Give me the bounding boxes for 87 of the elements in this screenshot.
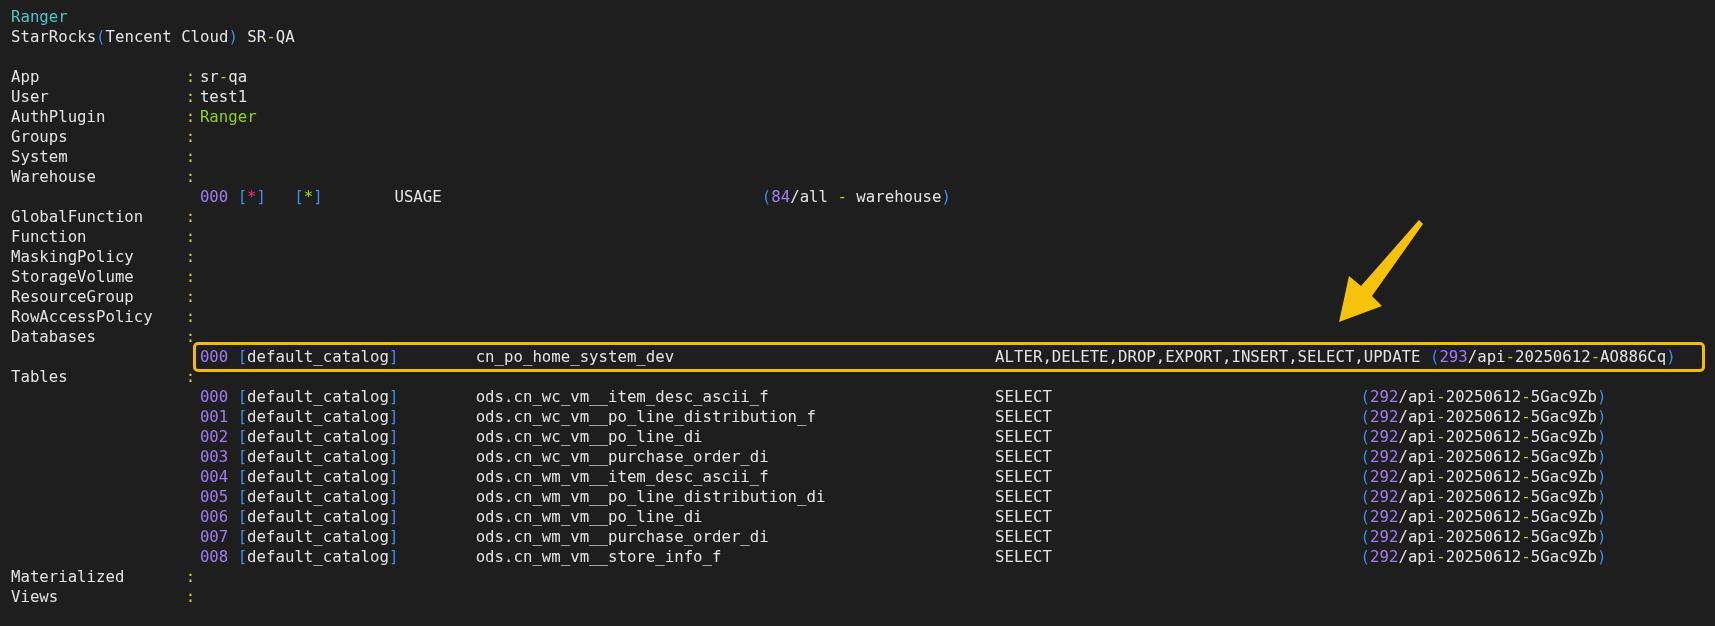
privilege-list: SELECT <box>995 407 1361 427</box>
row-index: 001 <box>199 407 230 427</box>
policy-source: (292/api-20250612-5Gac9Zb) <box>1360 407 1607 427</box>
field-label: StorageVolume <box>11 267 135 287</box>
row-index: 002 <box>199 427 230 447</box>
row-index: 004 <box>199 467 230 487</box>
privilege-list: SELECT <box>995 507 1361 527</box>
privilege-list: SELECT <box>995 547 1361 567</box>
field-label: Function <box>11 227 88 247</box>
policy-source: (293/api-20250612-AO886Cq) <box>1429 347 1676 367</box>
privilege-list: USAGE <box>394 187 762 207</box>
colon-separator: : <box>185 267 197 287</box>
colon-separator: : <box>185 587 197 607</box>
row-index: 000 <box>199 187 230 207</box>
catalog-name: [default_catalog] <box>237 427 400 447</box>
colon-separator: : <box>185 227 197 247</box>
policy-source: (292/api-20250612-5Gac9Zb) <box>1360 507 1607 527</box>
object-name: [*] <box>294 187 324 207</box>
policy-source: (292/api-20250612-5Gac9Zb) <box>1360 387 1607 407</box>
field-label: RowAccessPolicy <box>11 307 154 327</box>
field-label: App <box>11 67 41 87</box>
row-index: 007 <box>199 527 230 547</box>
policy-source: (292/api-20250612-5Gac9Zb) <box>1360 547 1607 567</box>
catalog-name: [default_catalog] <box>237 527 400 547</box>
privilege-list: SELECT <box>995 447 1361 467</box>
field-label: AuthPlugin <box>11 107 107 127</box>
catalog-name: [default_catalog] <box>237 387 400 407</box>
privilege-list: ALTER,DELETE,DROP,EXPORT,INSERT,SELECT,UPDATE <box>995 347 1421 367</box>
catalog-name: [default_catalog] <box>237 487 400 507</box>
catalog-name: [default_catalog] <box>237 467 400 487</box>
colon-separator: : <box>185 327 197 347</box>
row-index: 003 <box>199 447 230 467</box>
colon-separator: : <box>185 147 197 167</box>
catalog-name: [default_catalog] <box>237 547 400 567</box>
row-index: 005 <box>199 487 230 507</box>
privilege-list: SELECT <box>995 427 1361 447</box>
privilege-list: SELECT <box>995 387 1361 407</box>
policy-source: (292/api-20250612-5Gac9Zb) <box>1360 467 1607 487</box>
policy-source: (292/api-20250612-5Gac9Zb) <box>1360 447 1607 467</box>
catalog-name: [default_catalog] <box>237 507 400 527</box>
object-name: ods.cn_wm_vm__item_desc_ascii_f <box>475 467 770 487</box>
privilege-list: SELECT <box>995 467 1361 487</box>
colon-separator: : <box>185 307 197 327</box>
field-label: Databases <box>11 327 97 347</box>
object-name: cn_po_home_system_dev <box>475 347 676 367</box>
field-label: Tables <box>11 367 69 387</box>
policy-source: (292/api-20250612-5Gac9Zb) <box>1360 487 1607 507</box>
colon-separator: : <box>185 567 197 587</box>
colon-separator: : <box>185 287 197 307</box>
policy-source: (292/api-20250612-5Gac9Zb) <box>1360 427 1607 447</box>
privilege-list: SELECT <box>995 527 1361 547</box>
catalog-name: [default_catalog] <box>237 407 400 427</box>
colon-separator: : <box>185 107 197 127</box>
catalog-name: [*] <box>237 187 267 207</box>
colon-separator: : <box>185 87 197 107</box>
colon-separator: : <box>185 247 197 267</box>
object-name: ods.cn_wm_vm__store_info_f <box>475 547 723 567</box>
colon-separator: : <box>185 367 197 387</box>
privilege-list: SELECT <box>995 487 1361 507</box>
policy-source: (292/api-20250612-5Gac9Zb) <box>1360 527 1607 547</box>
field-label: Groups <box>11 127 69 147</box>
object-name: ods.cn_wc_vm__item_desc_ascii_f <box>475 387 770 407</box>
object-name: ods.cn_wm_vm__purchase_order_di <box>475 527 770 547</box>
field-label: ResourceGroup <box>11 287 135 307</box>
field-label: GlobalFunction <box>11 207 145 227</box>
row-index: 000 <box>199 347 230 367</box>
app-title: Ranger <box>11 7 69 27</box>
catalog-name: [default_catalog] <box>237 347 400 367</box>
colon-separator: : <box>185 167 197 187</box>
field-value: test1 <box>199 87 248 107</box>
row-index: 000 <box>199 387 230 407</box>
colon-separator: : <box>185 127 197 147</box>
row-index: 006 <box>199 507 230 527</box>
field-label: MaskingPolicy <box>11 247 135 267</box>
field-value: Ranger <box>199 107 257 127</box>
field-label: User <box>11 87 50 107</box>
colon-separator: : <box>185 67 197 87</box>
field-label: Materialized <box>11 567 126 587</box>
field-label: Views <box>11 587 60 607</box>
field-label: Warehouse <box>11 167 97 187</box>
row-index: 008 <box>199 547 230 567</box>
colon-separator: : <box>185 207 197 227</box>
object-name: ods.cn_wm_vm__po_line_di <box>475 507 704 527</box>
object-name: ods.cn_wc_vm__po_line_di <box>475 427 704 447</box>
catalog-name: [default_catalog] <box>237 447 400 467</box>
object-name: ods.cn_wc_vm__purchase_order_di <box>475 447 770 467</box>
field-label: System <box>11 147 69 167</box>
